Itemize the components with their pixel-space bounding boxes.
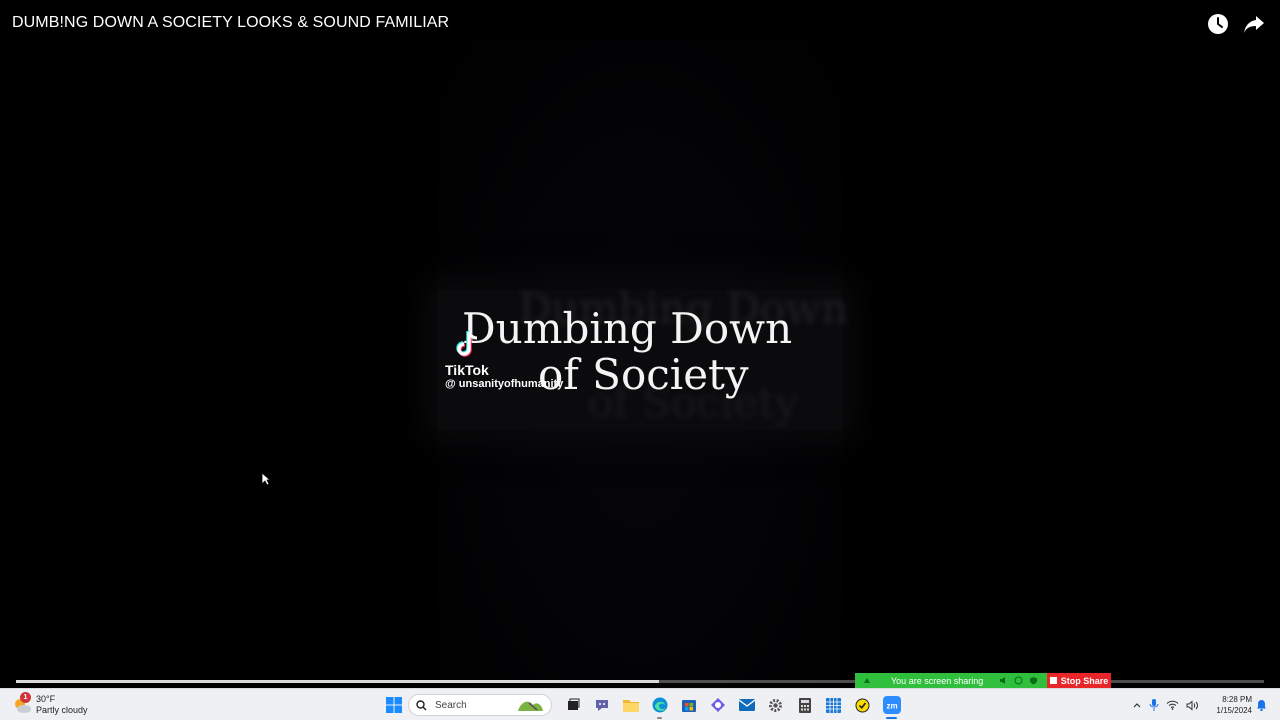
calculator-button[interactable] — [790, 693, 819, 717]
clock-time: 8:28 PM — [1222, 695, 1252, 704]
video-title: DUMB!NG DOWN A SOCIETY LOOKS & SOUND FAM… — [12, 14, 450, 31]
wifi-icon[interactable] — [1166, 700, 1179, 710]
shield-icon[interactable] — [1029, 676, 1038, 685]
taskbar-clock[interactable]: 8:28 PM 1/15/2024 — [1208, 694, 1252, 716]
chat-button[interactable] — [587, 693, 616, 717]
screen-share-indicator[interactable]: You are screen sharing — [855, 673, 1047, 688]
bell-icon — [1257, 700, 1266, 712]
share-button[interactable] — [1242, 12, 1266, 36]
record-icon[interactable] — [1014, 676, 1023, 685]
taskbar-apps: Search zm — [379, 693, 906, 719]
overlay-line-2: of Society — [538, 350, 749, 399]
tiktok-handle: @ unsanityofhumanity — [445, 378, 564, 390]
share-status-icon — [864, 677, 870, 683]
file-explorer-button[interactable] — [616, 693, 645, 717]
store-icon — [681, 700, 696, 712]
screen-share-bar: You are screen sharing Stop Share — [855, 673, 1111, 688]
taskbar: 1 30°F Partly cloudy Search zm 8:28 PM 1… — [0, 688, 1280, 720]
chat-icon — [595, 700, 608, 711]
svg-text:zm: zm — [886, 702, 897, 711]
task-view-icon — [567, 698, 579, 710]
edge-icon — [652, 697, 667, 713]
video-player[interactable]: Dumbing Down of Society Dumbing Down of … — [0, 0, 1280, 688]
copilot-button[interactable] — [703, 693, 732, 717]
search-placeholder: Search — [435, 699, 467, 711]
start-button[interactable] — [379, 693, 408, 717]
zoom-button[interactable]: zm — [877, 693, 906, 719]
screen-share-message: You are screen sharing — [891, 675, 984, 686]
norton-button[interactable] — [848, 693, 877, 717]
stop-share-button[interactable]: Stop Share — [1047, 673, 1111, 688]
gear-icon — [769, 698, 782, 712]
volume-icon[interactable] — [1186, 699, 1199, 711]
chevron-up-icon[interactable] — [1132, 700, 1142, 710]
overlay-line-1: Dumbing Down — [462, 304, 793, 353]
zoom-icon: zm — [882, 696, 901, 714]
video-progress-fill — [16, 680, 659, 683]
calendar-button[interactable] — [819, 693, 848, 717]
calendar-icon — [826, 697, 841, 713]
settings-button[interactable] — [761, 693, 790, 717]
stop-share-label: Stop Share — [1060, 675, 1109, 686]
norton-icon — [855, 698, 870, 712]
task-view-button[interactable] — [558, 693, 587, 717]
edge-running-indicator — [657, 717, 662, 719]
calculator-icon — [798, 697, 811, 713]
clock-icon — [1208, 14, 1228, 34]
clock-date: 1/15/2024 — [1216, 706, 1252, 715]
mouse-cursor-icon — [261, 472, 272, 491]
share-icon — [1244, 16, 1264, 33]
taskbar-search[interactable]: Search — [408, 694, 552, 716]
copilot-icon — [710, 698, 725, 712]
file-explorer-icon — [622, 700, 639, 712]
watch-later-button[interactable] — [1206, 12, 1230, 36]
windows-start-icon — [385, 697, 402, 713]
stop-icon — [1049, 677, 1057, 684]
notifications-button[interactable] — [1256, 698, 1267, 716]
system-tray — [1132, 693, 1199, 717]
weather-icon: 1 — [12, 692, 32, 715]
tiktok-label: TikTok — [445, 362, 489, 378]
mail-icon — [738, 699, 755, 711]
tiktok-logo-icon — [456, 331, 478, 357]
weather-widget[interactable]: 1 30°F Partly cloudy — [12, 692, 88, 718]
weather-temp: 30°F — [36, 694, 56, 704]
weather-condition: Partly cloudy — [36, 705, 88, 715]
search-icon — [416, 699, 427, 710]
edge-button[interactable] — [645, 693, 674, 719]
speaker-icon[interactable] — [999, 676, 1008, 685]
microphone-icon[interactable] — [1149, 699, 1159, 711]
zoom-active-indicator — [886, 717, 897, 719]
search-highlight-icon — [518, 701, 543, 711]
weather-badge: 1 — [20, 692, 31, 703]
store-button[interactable] — [674, 693, 703, 717]
mail-button[interactable] — [732, 693, 761, 717]
